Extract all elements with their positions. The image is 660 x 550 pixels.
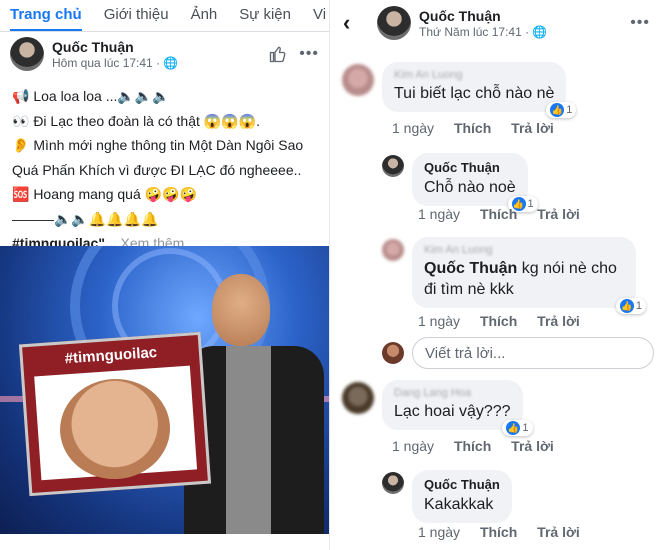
like-icon[interactable] bbox=[269, 45, 287, 63]
comment-time[interactable]: 1 ngày bbox=[418, 524, 460, 540]
author-name[interactable]: Quốc Thuận bbox=[419, 8, 630, 24]
comment-text: Chỗ nào noè bbox=[424, 179, 516, 196]
commenter-avatar[interactable] bbox=[342, 64, 374, 96]
post-text: 📢 Loa loa loa ...🔈🔈🔈 👀 Đi Lạc theo đoàn … bbox=[0, 76, 329, 256]
reply-button[interactable]: Trả lời bbox=[511, 120, 554, 136]
comment-actions: 1 ngày Thích Trả lời bbox=[392, 120, 570, 136]
comment: Dang Lang Hoa Lạc hoai vậy??? 👍 1 bbox=[342, 380, 533, 436]
more-options-icon[interactable]: ••• bbox=[630, 14, 650, 32]
comment-actions: 1 ngày Thích Trả lời bbox=[418, 313, 596, 329]
comment-actions: 1 ngày Thích Trả lời bbox=[392, 438, 570, 454]
commenter-name[interactable]: Dang Lang Hoa bbox=[394, 387, 511, 399]
like-button[interactable]: Thích bbox=[480, 313, 517, 329]
reply-button[interactable]: Trả lời bbox=[537, 524, 580, 540]
comment-time[interactable]: 1 ngày bbox=[392, 120, 434, 136]
post-line: 👀 Đi Lạc theo đoàn là có thật 😱😱😱. bbox=[12, 112, 260, 129]
comment-bubble[interactable]: Dang Lang Hoa Lạc hoai vậy??? 👍 1 bbox=[382, 380, 533, 436]
post-line: 🆘 Hoang mang quá 🤪🤪🤪 bbox=[12, 186, 197, 202]
mention-link[interactable]: Quốc Thuận bbox=[424, 260, 517, 277]
comment-actions: 1 ngày Thích Trả lời bbox=[418, 524, 596, 540]
tab-videos[interactable]: Vi bbox=[313, 6, 326, 31]
post-line: Quá Phấn Khích vì được ĐI LẠC đó ngheeee… bbox=[12, 161, 302, 178]
like-button[interactable]: Thích bbox=[480, 206, 517, 222]
comment-actions: 1 ngày Thích Trả lời bbox=[418, 206, 596, 222]
commenter-name[interactable]: Quốc Thuận bbox=[424, 477, 500, 492]
comment-time[interactable]: 1 ngày bbox=[418, 313, 460, 329]
comment-bubble[interactable]: Quốc Thuận Kakakkak bbox=[412, 470, 512, 523]
reaction-badge[interactable]: 👍 1 bbox=[502, 420, 533, 436]
like-button[interactable]: Thích bbox=[454, 120, 491, 136]
post-line: 👂 Mình mới nghe thông tin Một Dàn Ngôi S… bbox=[12, 137, 304, 153]
tab-photos[interactable]: Ảnh bbox=[191, 6, 218, 31]
post-photo[interactable]: #timnguoilac bbox=[0, 246, 329, 534]
tab-about[interactable]: Giới thiệu bbox=[104, 6, 169, 31]
post-time[interactable]: Hôm qua lúc 17:41 · bbox=[52, 56, 160, 70]
comment-reply: Quốc Thuận Kakakkak bbox=[382, 470, 512, 523]
post-line: ———🔈🔈🔔🔔🔔🔔 bbox=[12, 210, 159, 227]
comment-bubble[interactable]: Quốc Thuận Chỗ nào noè 👍 1 bbox=[412, 153, 538, 212]
my-avatar bbox=[382, 342, 404, 364]
comment-reply: Kim An Luong Quốc Thuận kg nói nè cho đi… bbox=[382, 237, 646, 314]
globe-icon: 🌐 bbox=[163, 55, 179, 70]
commenter-name[interactable]: Kim An Luong bbox=[424, 244, 624, 256]
comment-bubble[interactable]: Kim An Luong Tui biết lạc chỗ nào nè 👍 1 bbox=[382, 62, 577, 118]
comment-text: Kakakkak bbox=[424, 496, 494, 513]
comment-bubble[interactable]: Kim An Luong Quốc Thuận kg nói nè cho đi… bbox=[412, 237, 646, 314]
like-button[interactable]: Thích bbox=[454, 438, 491, 454]
reply-button[interactable]: Trả lời bbox=[511, 438, 554, 454]
photo-frame: #timnguoilac bbox=[18, 331, 212, 497]
reply-button[interactable]: Trả lời bbox=[537, 313, 580, 329]
reply-button[interactable]: Trả lời bbox=[537, 206, 580, 222]
comments-header: ‹ Quốc Thuận Thứ Năm lúc 17:41 · 🌐 ••• bbox=[333, 0, 660, 46]
reply-composer: Viết trả lời... bbox=[382, 337, 654, 369]
face-photo bbox=[56, 375, 174, 483]
reaction-badge[interactable]: 👍 1 bbox=[546, 102, 577, 118]
tab-events[interactable]: Sự kiện bbox=[239, 6, 291, 31]
comment-time[interactable]: 1 ngày bbox=[418, 206, 460, 222]
post-time[interactable]: Thứ Năm lúc 17:41 · bbox=[419, 25, 529, 39]
globe-icon: 🌐 bbox=[532, 24, 548, 39]
post-panel: Trang chủ Giới thiệu Ảnh Sự kiện Vi Quốc… bbox=[0, 0, 330, 550]
comment: Kim An Luong Tui biết lạc chỗ nào nè 👍 1 bbox=[342, 62, 577, 118]
commenter-avatar[interactable] bbox=[342, 382, 374, 414]
author-avatar[interactable] bbox=[377, 6, 411, 40]
more-options-icon[interactable]: ••• bbox=[299, 45, 319, 63]
reply-input[interactable]: Viết trả lời... bbox=[412, 337, 654, 369]
commenter-name[interactable]: Quốc Thuận bbox=[424, 160, 516, 175]
commenter-avatar[interactable] bbox=[382, 239, 404, 261]
commenter-avatar[interactable] bbox=[382, 155, 404, 177]
author-avatar[interactable] bbox=[10, 37, 44, 71]
comment-time[interactable]: 1 ngày bbox=[392, 438, 434, 454]
comment-text: Lạc hoai vậy??? bbox=[394, 403, 511, 420]
post-line: 📢 Loa loa loa ...🔈🔈🔈 bbox=[12, 88, 170, 104]
like-reaction-icon: 👍 bbox=[506, 421, 521, 435]
profile-tabs: Trang chủ Giới thiệu Ảnh Sự kiện Vi bbox=[0, 0, 329, 32]
back-icon[interactable]: ‹ bbox=[343, 10, 369, 36]
comment-reply: Quốc Thuận Chỗ nào noè 👍 1 bbox=[382, 153, 538, 212]
like-reaction-icon: 👍 bbox=[550, 103, 565, 117]
author-name[interactable]: Quốc Thuận bbox=[52, 39, 269, 55]
post-header: Quốc Thuận Hôm qua lúc 17:41 · 🌐 ••• bbox=[0, 32, 329, 76]
reaction-badge[interactable]: 👍 1 bbox=[615, 298, 646, 314]
commenter-avatar[interactable] bbox=[382, 472, 404, 494]
comment-text: Tui biết lạc chỗ nào nè bbox=[394, 85, 555, 102]
like-reaction-icon: 👍 bbox=[619, 299, 634, 313]
like-button[interactable]: Thích bbox=[480, 524, 517, 540]
commenter-name[interactable]: Kim An Luong bbox=[394, 69, 554, 81]
tab-home[interactable]: Trang chủ bbox=[10, 6, 82, 31]
